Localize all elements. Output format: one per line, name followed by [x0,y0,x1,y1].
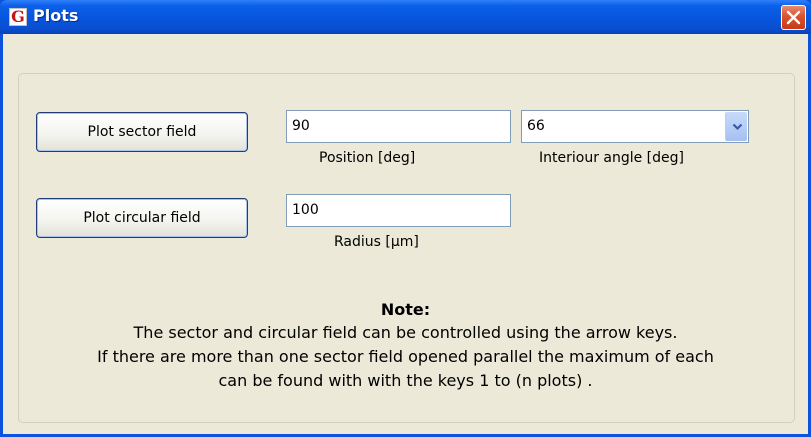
note-line-1: The sector and circular field can be con… [133,323,678,342]
title-bar[interactable]: G Plots [0,0,811,34]
note-title: Note: [380,300,431,319]
app-icon: G [9,8,27,26]
position-input[interactable]: 90 [286,110,511,143]
plot-circular-button[interactable]: Plot circular field [36,198,248,238]
interior-angle-value: 66 [527,118,545,134]
note-line-3: can be found with with the keys 1 to (n … [218,371,593,390]
position-label: Position [deg] [319,150,416,166]
dropdown-arrow-button[interactable] [725,112,747,141]
radius-input[interactable]: 100 [286,194,511,227]
dialog-body: Plot sector field Plot circular field 90… [3,34,808,434]
close-button[interactable] [781,5,806,30]
close-icon [786,10,801,25]
radius-label: Radius [µm] [334,234,419,250]
note-line-2: If there are more than one sector field … [97,347,714,366]
interior-angle-label: Interiour angle [deg] [539,150,684,166]
plots-window: G Plots Plot sector field Plot circular … [0,0,811,437]
plot-sector-button[interactable]: Plot sector field [36,112,248,152]
window-title: Plots [33,6,79,25]
chevron-down-icon [732,123,743,131]
interior-angle-select[interactable]: 66 [521,110,749,143]
